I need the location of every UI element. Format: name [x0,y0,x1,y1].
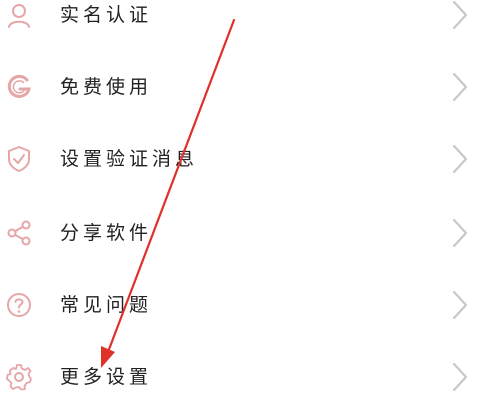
share-icon [4,218,34,248]
chevron-right-icon [448,216,472,250]
menu-item-free-use[interactable]: 免费使用 [0,58,492,118]
g-logo-icon [4,72,34,102]
chevron-right-icon [448,360,472,394]
chevron-right-icon [448,0,472,32]
menu-item-label: 设置验证消息 [60,148,199,170]
menu-item-label: 分享软件 [60,222,153,244]
shield-check-icon [4,144,34,174]
chevron-right-icon [448,142,472,176]
menu-item-verification-message[interactable]: 设置验证消息 [0,130,492,190]
question-icon [4,290,34,320]
chevron-right-icon [448,70,472,104]
chevron-right-icon [448,288,472,322]
gear-icon [4,362,34,392]
menu-item-label: 免费使用 [60,76,153,98]
menu-item-label: 常见问题 [60,294,153,316]
menu-item-faq[interactable]: 常见问题 [0,276,492,336]
menu-item-real-name-verification[interactable]: 实名认证 [0,0,492,46]
settings-menu: 实名认证 免费使用 设置验证消息 分享软件 常见问题 更多设置 [0,0,492,420]
menu-item-label: 更多设置 [60,366,153,388]
menu-item-label: 实名认证 [60,4,153,26]
menu-item-share-app[interactable]: 分享软件 [0,204,492,264]
person-icon [4,0,34,30]
menu-item-more-settings[interactable]: 更多设置 [0,348,492,408]
